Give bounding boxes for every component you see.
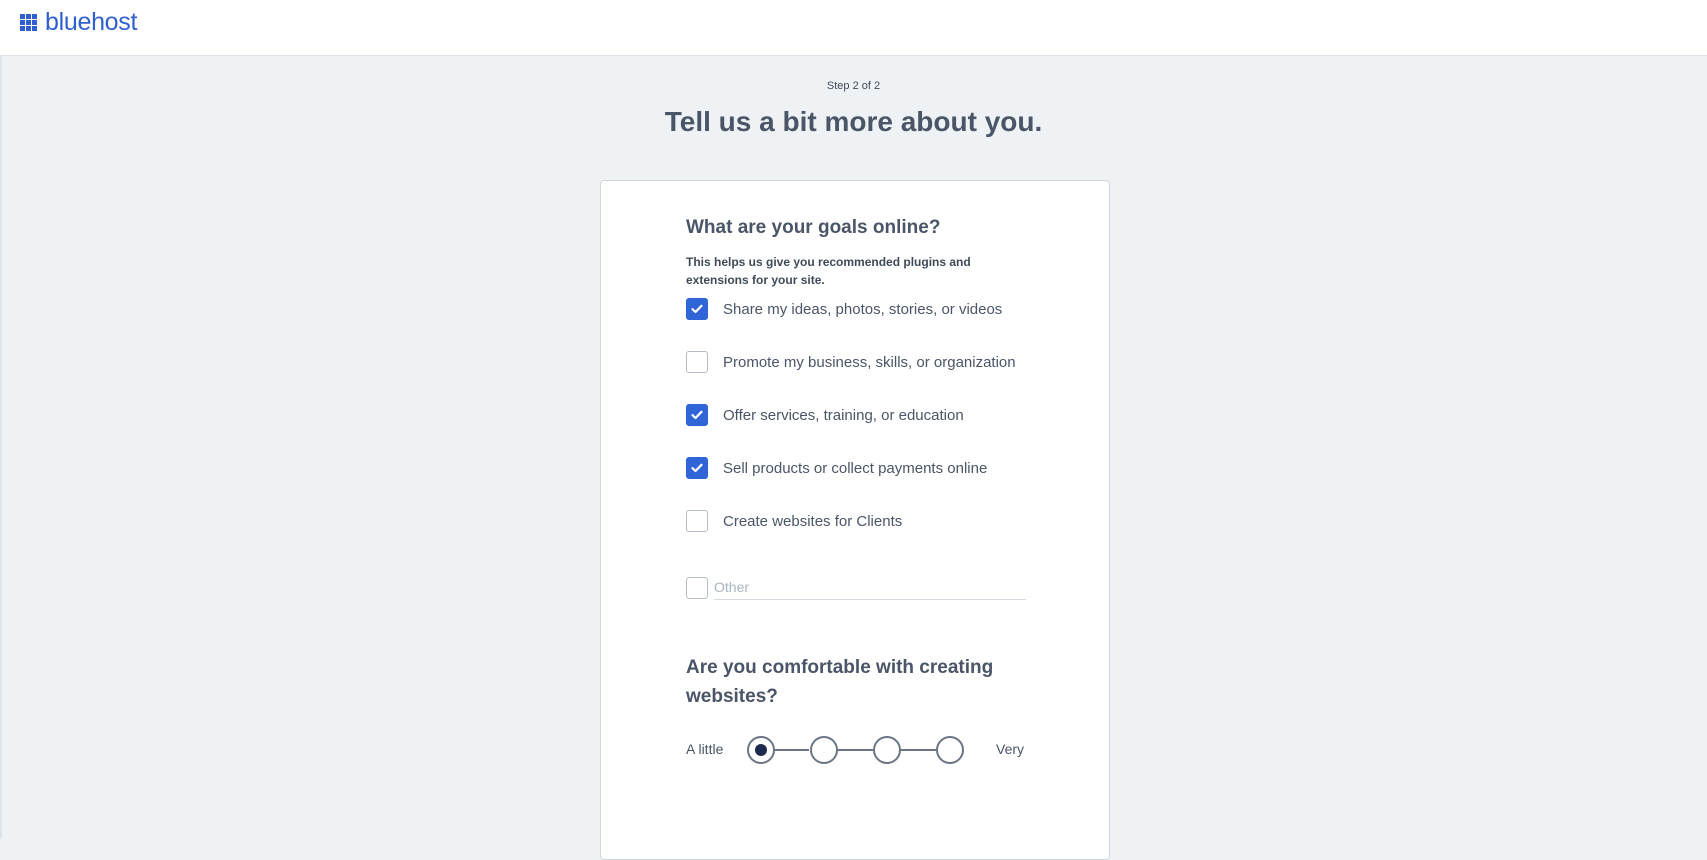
scale-min-label: A little bbox=[686, 741, 724, 757]
comfort-scale: A little Very bbox=[686, 735, 1026, 765]
step-indicator: Step 2 of 2 bbox=[826, 80, 881, 92]
left-edge-divider bbox=[0, 56, 2, 839]
goal-option-label: Promote my business, skills, or organiza… bbox=[723, 353, 1016, 371]
goal-option-sell[interactable]: Sell products or collect payments online bbox=[686, 457, 987, 479]
goal-option-label: Sell products or collect payments online bbox=[723, 459, 988, 477]
scale-connector bbox=[837, 749, 873, 751]
comfort-level-2-radio[interactable] bbox=[810, 736, 838, 764]
goal-option-label: Share my ideas, photos, stories, or vide… bbox=[723, 300, 1003, 318]
selected-dot bbox=[755, 744, 767, 756]
checkmark-icon bbox=[691, 463, 703, 473]
goal-option-other bbox=[686, 575, 1026, 600]
logo-text: bluehost bbox=[45, 8, 138, 36]
checkbox[interactable] bbox=[686, 298, 708, 320]
goal-option-share[interactable]: Share my ideas, photos, stories, or vide… bbox=[686, 298, 1002, 320]
comfort-question-title: Are you comfortable with creating websit… bbox=[686, 657, 994, 707]
checkbox[interactable] bbox=[686, 404, 708, 426]
goals-question-title: What are your goals online? bbox=[686, 217, 941, 238]
goal-option-label: Create websites for Clients bbox=[723, 512, 903, 530]
goal-option-promote[interactable]: Promote my business, skills, or organiza… bbox=[686, 351, 1016, 373]
checkbox[interactable] bbox=[686, 457, 708, 479]
scale-max-label: Very bbox=[996, 741, 1025, 757]
checkbox[interactable] bbox=[686, 351, 708, 373]
scale-connector bbox=[773, 749, 809, 751]
checkmark-icon bbox=[691, 304, 703, 314]
scale-connector bbox=[901, 749, 937, 751]
checkbox[interactable] bbox=[686, 510, 708, 532]
top-bar: bluehost bbox=[0, 0, 1707, 56]
goal-option-label: Offer services, training, or education bbox=[723, 406, 964, 424]
page-title: Tell us a bit more about you. bbox=[664, 106, 1043, 137]
goal-option-clients[interactable]: Create websites for Clients bbox=[686, 510, 902, 532]
questionnaire-card: What are your goals online? This helps u… bbox=[600, 180, 1110, 860]
goal-option-services[interactable]: Offer services, training, or education bbox=[686, 404, 964, 426]
other-checkbox[interactable] bbox=[686, 576, 708, 599]
bluehost-logo[interactable]: bluehost bbox=[20, 8, 137, 37]
comfort-level-4-radio[interactable] bbox=[936, 736, 964, 764]
grid-logo-icon bbox=[20, 14, 37, 31]
comfort-level-1-radio[interactable] bbox=[747, 736, 775, 764]
checkmark-icon bbox=[691, 410, 703, 420]
other-text-input[interactable] bbox=[714, 575, 1026, 600]
goals-question-subtitle: This helps us give you recommended plugi… bbox=[686, 255, 971, 287]
comfort-level-3-radio[interactable] bbox=[873, 736, 901, 764]
